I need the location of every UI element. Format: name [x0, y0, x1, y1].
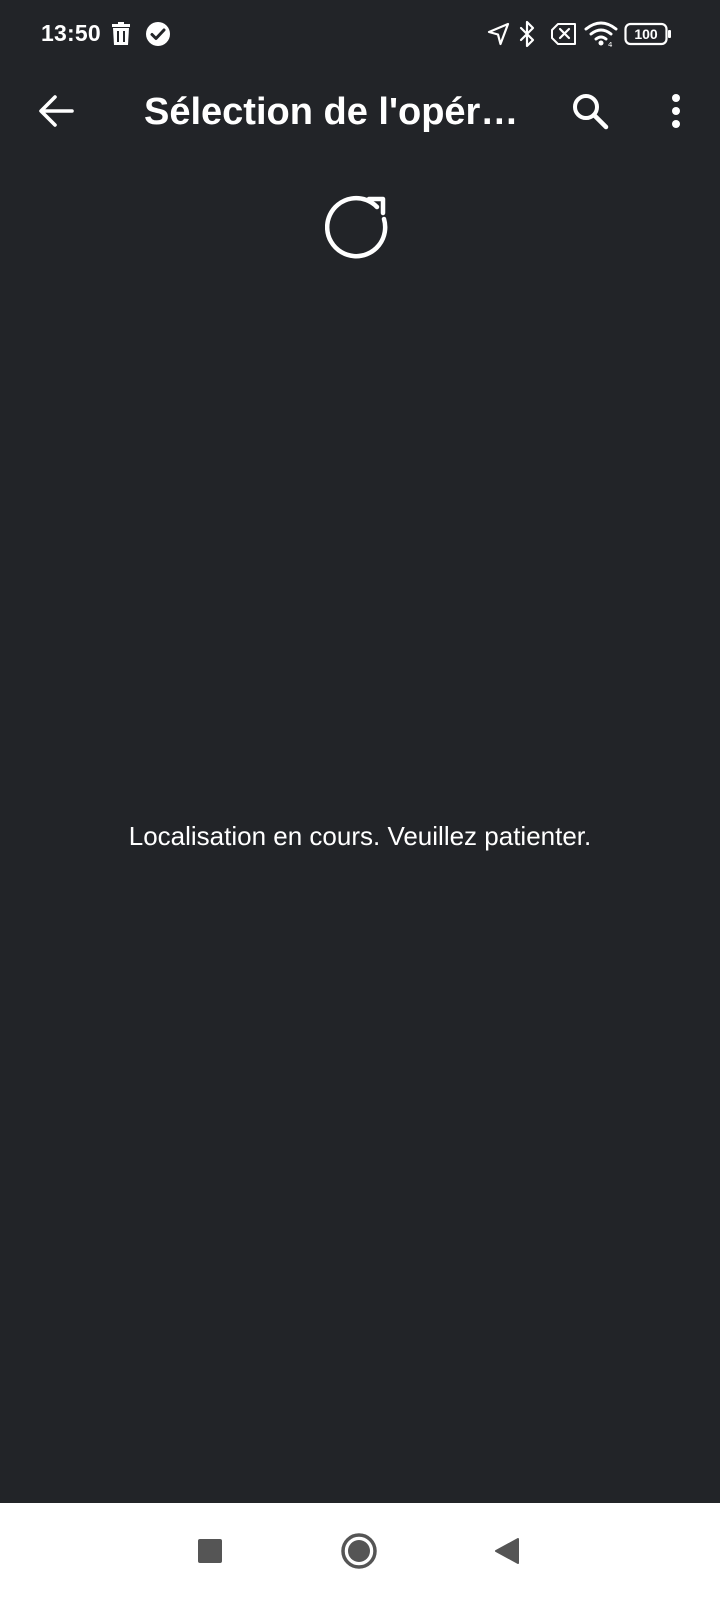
- trash-icon: [110, 22, 132, 51]
- refresh-button[interactable]: [318, 190, 402, 274]
- check-circle-icon: [145, 21, 171, 52]
- navigation-bar: [0, 1503, 720, 1600]
- status-time: 13:50: [41, 20, 101, 46]
- app-bar: Sélection de l'opéra…: [0, 70, 720, 154]
- arrow-back-icon: [38, 94, 74, 133]
- nav-back-button[interactable]: [475, 1521, 539, 1585]
- bluetooth-icon: [518, 20, 538, 53]
- more-vert-icon: [670, 93, 682, 134]
- back-triangle-icon: [494, 1537, 520, 1570]
- location-arrow-icon: [487, 22, 511, 51]
- svg-text:4: 4: [608, 41, 613, 48]
- search-icon: [571, 92, 609, 135]
- more-options-button[interactable]: [646, 80, 706, 146]
- back-button[interactable]: [22, 82, 90, 144]
- wifi-icon: 4: [584, 20, 618, 53]
- status-bar: 13:50 4 100: [0, 0, 720, 70]
- no-sim-icon: [550, 22, 578, 51]
- page-title: Sélection de l'opéra…: [144, 91, 529, 133]
- recents-square-icon: [197, 1538, 223, 1569]
- home-circle-icon: [340, 1532, 378, 1575]
- search-button[interactable]: [556, 80, 624, 146]
- screen: 13:50 4 100 Sélection de l'opéra… Locali…: [0, 0, 720, 1600]
- battery-icon: 100: [624, 22, 672, 51]
- refresh-icon: [325, 195, 395, 270]
- battery-level: 100: [634, 26, 658, 42]
- loading-message: Localisation en cours. Veuillez patiente…: [128, 821, 592, 851]
- recents-button[interactable]: [178, 1521, 242, 1585]
- home-button[interactable]: [327, 1521, 391, 1585]
